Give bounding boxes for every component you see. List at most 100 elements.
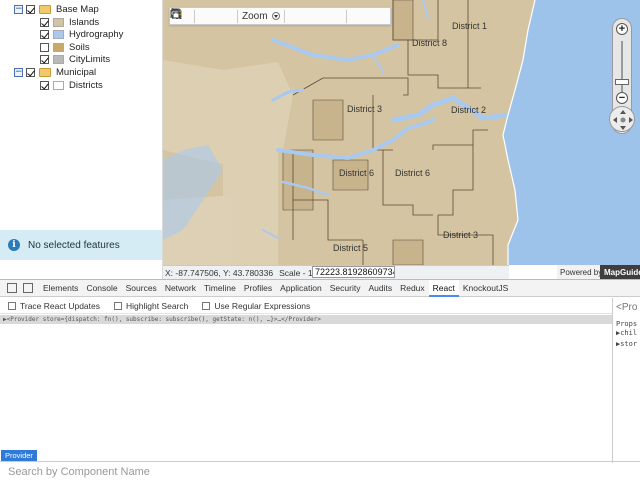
- toolbar-divider: [345, 9, 347, 23]
- layer-label: Islands: [69, 16, 100, 28]
- legend-group-0[interactable]: − Base Map: [14, 3, 99, 15]
- buffer-button[interactable]: [171, 9, 233, 23]
- toolbar-divider: [283, 9, 285, 23]
- devtools-tab-bar: Elements Console Sources Network Timeline Pro…: [0, 279, 640, 297]
- tab-elements[interactable]: Elements: [39, 280, 82, 297]
- option-checkbox[interactable]: Use Regular Expressions: [202, 301, 310, 311]
- zoom-track[interactable]: [621, 41, 623, 99]
- district-label: District 5: [333, 243, 369, 253]
- tab-application[interactable]: Application: [276, 280, 326, 297]
- zoom-label: Zoom: [242, 10, 268, 22]
- side-pane-title: <Pro: [616, 302, 638, 313]
- powered-by-text: Powered by: [557, 265, 606, 279]
- tab-console[interactable]: Console: [82, 280, 121, 297]
- toolbar-divider: [237, 9, 238, 23]
- district-label: District 2: [451, 105, 487, 115]
- info-icon: i: [8, 239, 20, 251]
- collapse-toggle-icon[interactable]: −: [14, 4, 23, 14]
- layer-swatch-icon: [53, 80, 64, 90]
- folder-icon: [39, 67, 51, 77]
- layer-label: Districts: [69, 79, 103, 91]
- tab-audits[interactable]: Audits: [364, 280, 396, 297]
- selection-panel: i No selected features: [0, 230, 162, 260]
- tab-sources[interactable]: Sources: [122, 280, 161, 297]
- legend-layer[interactable]: CityLimits: [40, 54, 110, 66]
- scale-label: Scale - 1:: [279, 267, 315, 278]
- pan-control[interactable]: [609, 106, 635, 132]
- group-checkbox[interactable]: [26, 67, 35, 77]
- tab-redux[interactable]: Redux: [396, 280, 429, 297]
- zoom-dropdown[interactable]: Zoom: [242, 11, 280, 22]
- zoom-out-control[interactable]: −: [616, 92, 628, 104]
- group-label: Base Map: [56, 3, 99, 15]
- layer-checkbox[interactable]: [40, 55, 49, 65]
- map-viewer[interactable]: District 1 District 8 District 3 Distric…: [163, 0, 640, 265]
- option-label: Trace React Updates: [20, 300, 100, 311]
- app-area: − Base Map Islands Hydrography Soils CityLimi…: [0, 0, 640, 279]
- option-label: Highlight Search: [126, 300, 189, 311]
- zoom-rectangle-button[interactable]: [170, 8, 304, 23]
- zoom-out-button[interactable]: [170, 8, 342, 23]
- checkbox[interactable]: [8, 301, 16, 310]
- group-label: Municipal: [56, 66, 97, 78]
- district-label: District 3: [443, 230, 479, 240]
- layer-checkbox[interactable]: [40, 42, 49, 52]
- group-checkbox[interactable]: [26, 4, 35, 14]
- prop-item[interactable]: ▶chil: [616, 329, 637, 337]
- folder-icon: [39, 4, 51, 14]
- layer-checkbox[interactable]: [40, 17, 49, 27]
- layer-label: Hydrography: [69, 29, 124, 41]
- district-label: District 3: [347, 104, 383, 114]
- option-label: Use Regular Expressions: [214, 300, 311, 311]
- tab-react[interactable]: React: [428, 279, 459, 297]
- legend-layer[interactable]: Districts: [40, 79, 103, 91]
- legend-layer[interactable]: Soils: [40, 41, 90, 53]
- tab-network[interactable]: Network: [161, 280, 200, 297]
- pan-arrows-icon: [613, 110, 633, 130]
- legend-group-1[interactable]: − Municipal: [14, 66, 96, 78]
- zoom-slider-thumb[interactable]: [615, 79, 629, 85]
- measure-button[interactable]: [170, 9, 214, 23]
- component-tree-row[interactable]: ▶<Provider store={dispatch: fn(), subscr…: [0, 315, 612, 324]
- scale-input[interactable]: [312, 266, 395, 278]
- district-label: District 8: [412, 38, 448, 48]
- zoom-in-control[interactable]: +: [616, 23, 628, 35]
- coordinates-text: X: -87.747506, Y: 43.780336: [165, 267, 274, 278]
- device-toolbar-icon[interactable]: [23, 283, 33, 293]
- pan-button[interactable]: [172, 9, 385, 23]
- toolbar-divider: [194, 9, 195, 23]
- react-options-bar: Trace React Updates Highlight Search Use R…: [0, 298, 612, 314]
- layer-label: Soils: [69, 41, 90, 53]
- zoom-in-button[interactable]: [170, 8, 323, 23]
- search-component-input[interactable]: [0, 462, 612, 482]
- district-label: District 6: [395, 168, 431, 178]
- tab-security[interactable]: Security: [326, 280, 365, 297]
- tab-knockoutjs[interactable]: KnockoutJS: [459, 280, 512, 297]
- devtools-panel: Elements Console Sources Network Timeline Pro…: [0, 279, 640, 482]
- tab-profiles[interactable]: Profiles: [240, 280, 276, 297]
- breadcrumb-provider[interactable]: Provider: [1, 450, 37, 461]
- selection-status-text: No selected features: [28, 239, 120, 251]
- prop-item[interactable]: ▶stor: [616, 340, 637, 348]
- map-toolbar: Zoom: [169, 7, 391, 25]
- tab-timeline[interactable]: Timeline: [200, 280, 240, 297]
- collapse-toggle-icon[interactable]: −: [14, 67, 23, 77]
- legend-layer[interactable]: Hydrography: [40, 29, 123, 41]
- district-label: District 1: [452, 21, 488, 31]
- hand-icon: [172, 9, 180, 19]
- checkbox[interactable]: [114, 301, 122, 310]
- layer-swatch-icon: [53, 17, 64, 27]
- props-heading: Props: [616, 320, 638, 328]
- option-checkbox[interactable]: Highlight Search: [114, 301, 188, 311]
- layer-label: CityLimits: [69, 54, 111, 66]
- option-checkbox[interactable]: Trace React Updates: [8, 301, 100, 311]
- district-label: District 6: [339, 168, 375, 178]
- layer-checkbox[interactable]: [40, 30, 49, 40]
- map-canvas[interactable]: [163, 0, 640, 265]
- legend-layer[interactable]: Islands: [40, 16, 99, 28]
- checkbox[interactable]: [202, 301, 211, 310]
- select-button[interactable]: [172, 8, 366, 23]
- layer-checkbox[interactable]: [40, 80, 49, 90]
- inspect-element-icon[interactable]: [7, 283, 17, 293]
- layer-swatch-icon: [53, 30, 64, 40]
